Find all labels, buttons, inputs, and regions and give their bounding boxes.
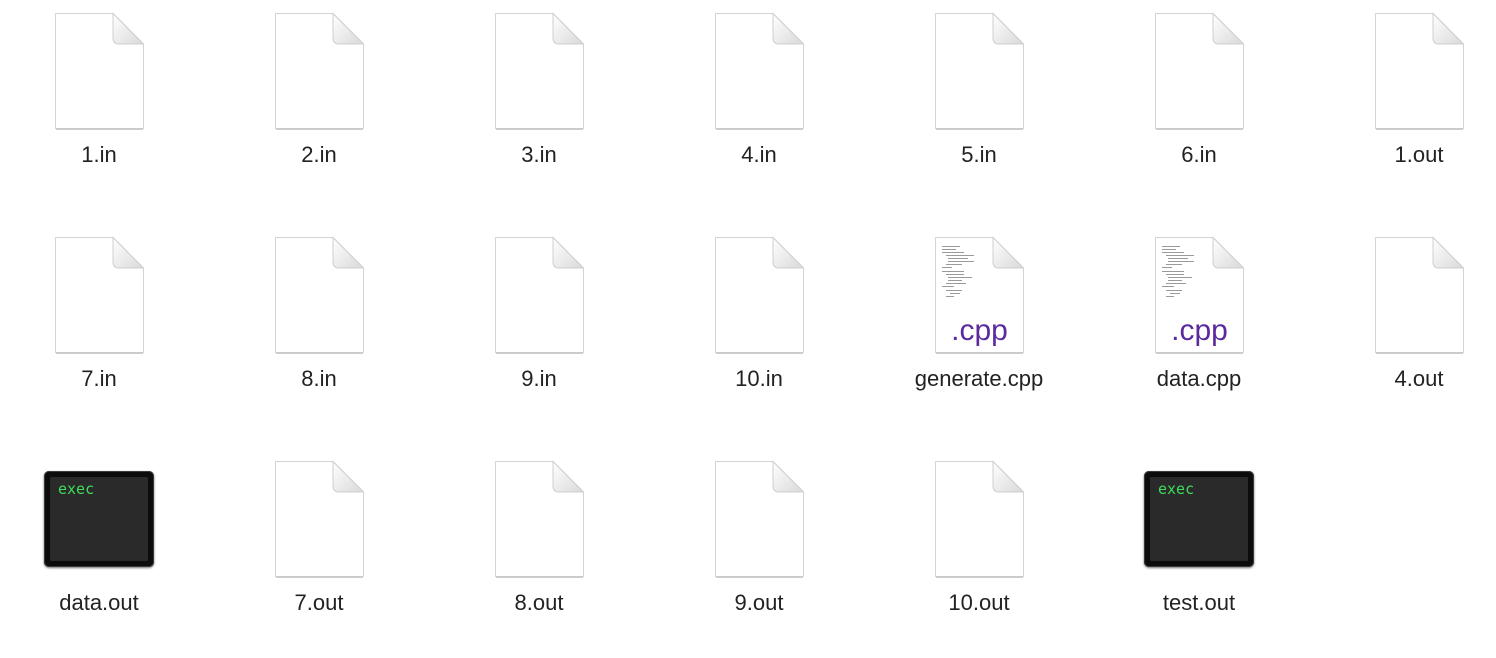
- exec-badge-text: exec: [1158, 480, 1195, 498]
- document-page-shape: [934, 460, 1025, 578]
- document-page-shape: [1374, 236, 1465, 354]
- blank-document-icon[interactable]: [0, 8, 209, 134]
- blank-document-icon[interactable]: [209, 232, 429, 358]
- blank-document-icon[interactable]: [0, 232, 209, 358]
- blank-document-icon[interactable]: [869, 8, 1089, 134]
- file-name-label: data.cpp: [1156, 366, 1242, 391]
- document-page-shape: [494, 236, 585, 354]
- blank-document-icon[interactable]: [649, 232, 869, 358]
- blank-document-icon[interactable]: [649, 8, 869, 134]
- file-item[interactable]: 5.in: [869, 0, 1089, 224]
- file-item[interactable]: 3.in: [429, 0, 649, 224]
- file-item[interactable]: 7.out: [209, 448, 429, 658]
- blank-document-icon[interactable]: [869, 456, 1089, 582]
- file-name-label: 4.in: [741, 142, 777, 167]
- finder-icon-grid: 1.in 2.in 3.in 4.in 5.in 6.in 1.out 7.in 8.in 9.i…: [0, 0, 1496, 658]
- file-name-label: 9.in: [521, 366, 557, 391]
- file-name-label: data.out: [59, 590, 139, 615]
- blank-document-icon[interactable]: [429, 232, 649, 358]
- cpp-extension-badge: .cpp: [951, 314, 1008, 347]
- document-page-shape: [714, 12, 805, 130]
- file-name-label: 2.in: [301, 142, 337, 167]
- blank-document-icon[interactable]: [649, 456, 869, 582]
- file-item[interactable]: .cpp data.cpp: [1089, 224, 1309, 448]
- file-name-label: test.out: [1162, 590, 1236, 615]
- document-page-shape: .cpp: [1154, 236, 1245, 354]
- blank-document-icon[interactable]: [1309, 8, 1496, 134]
- file-item[interactable]: exec test.out: [1089, 448, 1309, 658]
- file-name-label: 8.out: [514, 590, 564, 615]
- file-name-label: 10.in: [735, 366, 783, 391]
- file-item[interactable]: 9.in: [429, 224, 649, 448]
- file-name-label: 6.in: [1181, 142, 1217, 167]
- cpp-extension-badge: .cpp: [1171, 314, 1228, 347]
- file-item[interactable]: 9.out: [649, 448, 869, 658]
- document-page-shape: [274, 460, 365, 578]
- blank-document-icon[interactable]: [1309, 232, 1496, 358]
- terminal-window-shape: exec: [1144, 471, 1254, 567]
- file-name-label: 1.out: [1394, 142, 1444, 167]
- file-item[interactable]: 10.in: [649, 224, 869, 448]
- file-name-label: 1.in: [81, 142, 117, 167]
- document-page-shape: .cpp: [934, 236, 1025, 354]
- file-item[interactable]: 2.in: [209, 0, 429, 224]
- file-name-label: generate.cpp: [914, 366, 1044, 391]
- blank-document-icon[interactable]: [429, 8, 649, 134]
- exec-badge-text: exec: [58, 480, 95, 498]
- blank-document-icon[interactable]: [1089, 8, 1309, 134]
- document-page-shape: [274, 12, 365, 130]
- file-item[interactable]: 4.out: [1309, 224, 1496, 448]
- file-item[interactable]: 1.out: [1309, 0, 1496, 224]
- blank-document-icon[interactable]: [209, 456, 429, 582]
- file-name-label: 9.out: [734, 590, 784, 615]
- terminal-screen: exec: [1150, 477, 1248, 561]
- file-item[interactable]: 4.in: [649, 0, 869, 224]
- file-item[interactable]: 8.in: [209, 224, 429, 448]
- document-page-shape: [54, 236, 145, 354]
- file-name-label: 10.out: [948, 590, 1010, 615]
- document-page-shape: [714, 460, 805, 578]
- file-name-label: 3.in: [521, 142, 557, 167]
- unix-executable-icon[interactable]: exec: [0, 456, 209, 582]
- file-name-label: 4.out: [1394, 366, 1444, 391]
- document-page-shape: [1154, 12, 1245, 130]
- cpp-source-file-icon[interactable]: .cpp: [1089, 232, 1309, 358]
- document-page-shape: [1374, 12, 1465, 130]
- terminal-screen: exec: [50, 477, 148, 561]
- file-name-label: 7.out: [294, 590, 344, 615]
- blank-document-icon[interactable]: [429, 456, 649, 582]
- cpp-source-file-icon[interactable]: .cpp: [869, 232, 1089, 358]
- file-item[interactable]: exec data.out: [0, 448, 209, 658]
- file-item[interactable]: 7.in: [0, 224, 209, 448]
- file-item[interactable]: 1.in: [0, 0, 209, 224]
- document-page-shape: [714, 236, 805, 354]
- file-item[interactable]: 6.in: [1089, 0, 1309, 224]
- file-item[interactable]: 10.out: [869, 448, 1089, 658]
- blank-document-icon[interactable]: [209, 8, 429, 134]
- document-page-shape: [494, 12, 585, 130]
- unix-executable-icon[interactable]: exec: [1089, 456, 1309, 582]
- file-item[interactable]: .cpp generate.cpp: [869, 224, 1089, 448]
- file-name-label: 7.in: [81, 366, 117, 391]
- document-page-shape: [54, 12, 145, 130]
- document-page-shape: [494, 460, 585, 578]
- file-name-label: 8.in: [301, 366, 337, 391]
- terminal-window-shape: exec: [44, 471, 154, 567]
- file-item[interactable]: 8.out: [429, 448, 649, 658]
- file-name-label: 5.in: [961, 142, 997, 167]
- document-page-shape: [274, 236, 365, 354]
- document-page-shape: [934, 12, 1025, 130]
